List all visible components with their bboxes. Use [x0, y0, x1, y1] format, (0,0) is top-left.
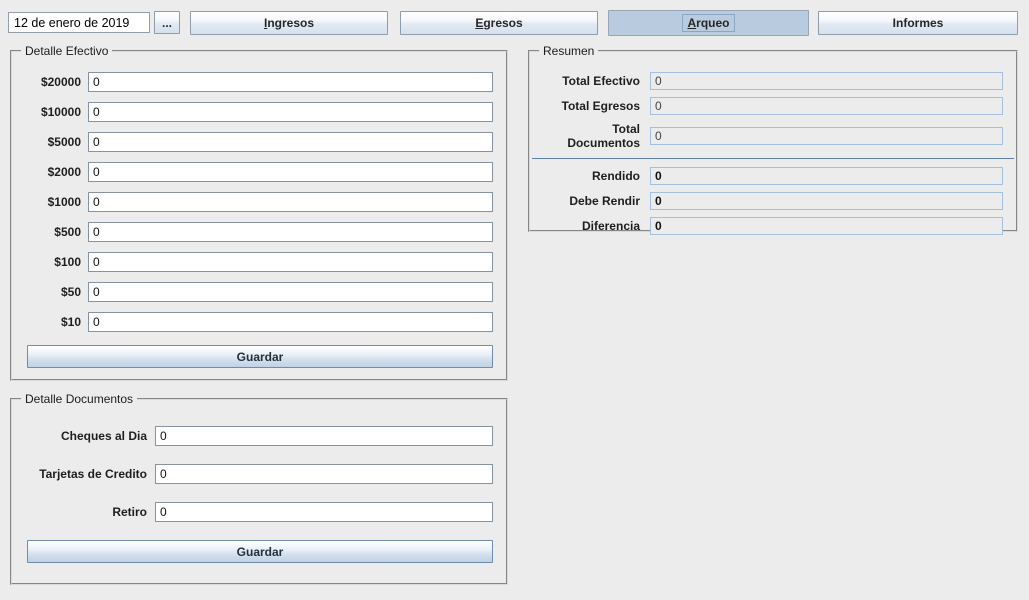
cash-row: $500 [25, 222, 493, 242]
rendido-field [650, 167, 1003, 185]
doc-row: Retiro [25, 502, 493, 522]
date-input[interactable] [8, 12, 150, 33]
cash-row: $10 [25, 312, 493, 332]
detalle-efectivo-group: Detalle Efectivo $20000 $10000 $5000 $20… [10, 44, 508, 381]
nav-button-ingresos[interactable]: Ingresos [190, 11, 388, 35]
tarjetas-de-credito-label: Tarjetas de Credito [25, 467, 147, 481]
denomination-label-5000: $5000 [25, 135, 81, 149]
cheques-al-dia-label: Cheques al Dia [25, 429, 147, 443]
denomination-label-500: $500 [25, 225, 81, 239]
denomination-label-10000: $10000 [25, 105, 81, 119]
cash-row: $1000 [25, 192, 493, 212]
denomination-label-10: $10 [25, 315, 81, 329]
denomination-input-2000[interactable] [88, 162, 493, 182]
denomination-input-1000[interactable] [88, 192, 493, 212]
detalle-documentos-group: Detalle Documentos Cheques al Dia Tarjet… [10, 392, 508, 585]
nav-button-egresos[interactable]: Egresos [400, 11, 598, 35]
nav-button-egresos-label: Egresos [470, 14, 527, 32]
denomination-label-2000: $2000 [25, 165, 81, 179]
save-documentos-button[interactable]: Guardar [27, 540, 493, 563]
detalle-documentos-title: Detalle Documentos [21, 392, 137, 406]
total-egresos-label: Total Egresos [543, 99, 640, 113]
cheques-al-dia-input[interactable] [155, 426, 493, 446]
date-picker-button[interactable]: ... [154, 11, 180, 34]
summary-row: Total Efectivo [543, 72, 1003, 90]
denomination-input-10[interactable] [88, 312, 493, 332]
ellipsis-icon: ... [162, 16, 172, 30]
denomination-label-20000: $20000 [25, 75, 81, 89]
retiro-input[interactable] [155, 502, 493, 522]
denomination-input-100[interactable] [88, 252, 493, 272]
nav-button-arqueo-label: Arqueo [682, 14, 734, 32]
denomination-input-10000[interactable] [88, 102, 493, 122]
doc-row: Tarjetas de Credito [25, 464, 493, 484]
denomination-label-1000: $1000 [25, 195, 81, 209]
nav-button-informes-label: Informes [888, 14, 949, 32]
tarjetas-de-credito-input[interactable] [155, 464, 493, 484]
nav-button-arqueo-selected[interactable]: Arqueo [608, 10, 809, 36]
doc-row: Cheques al Dia [25, 426, 493, 446]
diferencia-field [650, 217, 1003, 235]
nav-button-informes[interactable]: Informes [818, 11, 1018, 35]
nav-button-ingresos-label: Ingresos [259, 14, 319, 32]
summary-row: Total Documentos [543, 122, 1003, 150]
cash-row: $2000 [25, 162, 493, 182]
summary-row: Diferencia [543, 217, 1003, 235]
denomination-input-20000[interactable] [88, 72, 493, 92]
total-efectivo-field [650, 72, 1003, 90]
cash-row: $50 [25, 282, 493, 302]
retiro-label: Retiro [25, 505, 147, 519]
debe-rendir-label: Debe Rendir [543, 194, 640, 208]
total-documentos-field [650, 127, 1003, 145]
detalle-efectivo-title: Detalle Efectivo [21, 44, 112, 58]
denomination-input-50[interactable] [88, 282, 493, 302]
summary-row: Rendido [543, 167, 1003, 185]
total-egresos-field [650, 97, 1003, 115]
resumen-title: Resumen [539, 44, 598, 58]
summary-separator [532, 158, 1014, 159]
summary-row: Total Egresos [543, 97, 1003, 115]
cash-row: $10000 [25, 102, 493, 122]
summary-row: Debe Rendir [543, 192, 1003, 210]
save-efectivo-button[interactable]: Guardar [27, 345, 493, 368]
rendido-label: Rendido [543, 169, 640, 183]
denomination-label-100: $100 [25, 255, 81, 269]
denomination-input-5000[interactable] [88, 132, 493, 152]
denomination-label-50: $50 [25, 285, 81, 299]
cash-row: $100 [25, 252, 493, 272]
resumen-group: Resumen Total Efectivo Total Egresos Tot… [528, 44, 1018, 232]
cash-row: $20000 [25, 72, 493, 92]
total-efectivo-label: Total Efectivo [543, 74, 640, 88]
denomination-input-500[interactable] [88, 222, 493, 242]
diferencia-label: Diferencia [543, 219, 640, 233]
total-documentos-label: Total Documentos [543, 122, 640, 150]
debe-rendir-field [650, 192, 1003, 210]
cash-row: $5000 [25, 132, 493, 152]
